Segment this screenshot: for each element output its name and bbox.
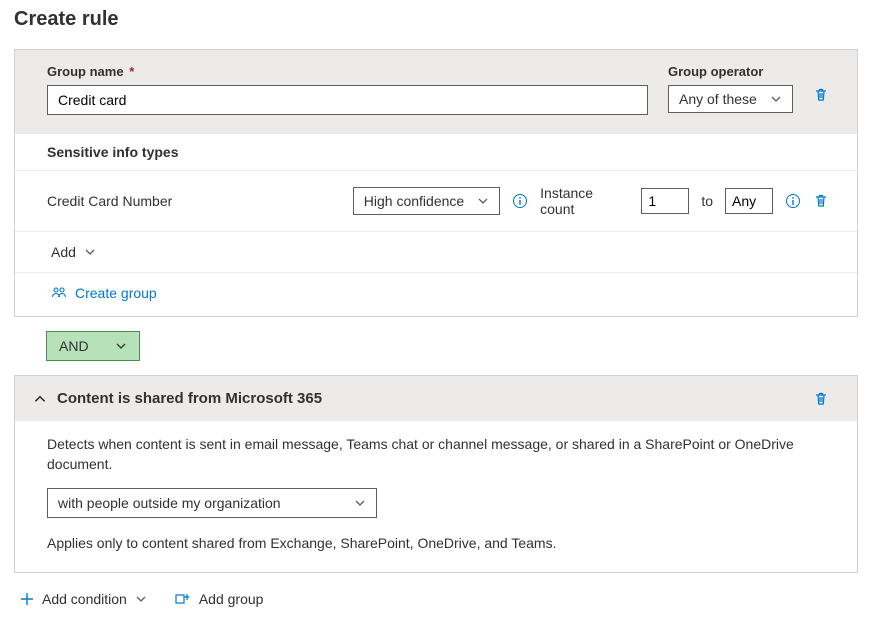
- to-label: to: [701, 193, 713, 209]
- chevron-down-icon: [770, 93, 782, 105]
- info-icon[interactable]: [512, 193, 528, 209]
- condition-header: Content is shared from Microsoft 365: [15, 376, 857, 421]
- required-asterisk: *: [129, 64, 134, 79]
- add-group-label: Add group: [199, 591, 264, 607]
- confidence-select[interactable]: High confidence: [353, 187, 500, 215]
- chevron-down-icon: [477, 195, 489, 207]
- chevron-down-icon: [115, 340, 127, 352]
- page-title: Create rule: [14, 8, 858, 31]
- condition-card: Content is shared from Microsoft 365 Det…: [14, 375, 858, 573]
- group-name-label-text: Group name: [47, 64, 124, 79]
- info-icon[interactable]: [785, 193, 801, 209]
- chevron-down-icon: [135, 593, 147, 605]
- instance-count-from[interactable]: [641, 188, 689, 214]
- logic-operator-label: AND: [59, 338, 89, 354]
- trash-icon[interactable]: [813, 391, 829, 407]
- trash-icon[interactable]: [813, 193, 829, 209]
- group-operator-value: Any of these: [679, 91, 757, 107]
- share-scope-select[interactable]: with people outside my organization: [47, 488, 377, 518]
- confidence-value: High confidence: [364, 193, 464, 209]
- share-scope-value: with people outside my organization: [58, 495, 281, 511]
- sit-name: Credit Card Number: [47, 193, 341, 209]
- instance-count-label: Instance count: [540, 185, 629, 217]
- condition-description: Detects when content is sent in email me…: [47, 435, 825, 474]
- footer-actions: Add condition Add group: [14, 587, 858, 611]
- group-operator-label: Group operator: [668, 64, 793, 79]
- create-group-button[interactable]: Create group: [51, 285, 157, 301]
- add-condition-button[interactable]: Add condition: [20, 591, 147, 607]
- condition-title: Content is shared from Microsoft 365: [57, 390, 803, 407]
- group-people-icon: [51, 285, 67, 301]
- group-card: Group name * Group operator Any of these…: [14, 49, 858, 317]
- add-sit-button[interactable]: Add: [51, 244, 96, 260]
- chevron-down-icon: [354, 497, 366, 509]
- group-add-icon: [175, 592, 191, 606]
- trash-icon[interactable]: [813, 87, 829, 103]
- plus-icon: [20, 592, 34, 606]
- instance-count-to[interactable]: [725, 188, 773, 214]
- sensitive-info-type-row: Credit Card Number High confidence Insta…: [15, 171, 857, 231]
- logic-operator-select[interactable]: AND: [46, 331, 140, 361]
- add-label: Add: [51, 244, 76, 260]
- applies-note: Applies only to content shared from Exch…: [47, 534, 825, 554]
- group-name-label: Group name *: [47, 64, 648, 79]
- add-group-button[interactable]: Add group: [175, 591, 264, 607]
- sensitive-info-types-header: Sensitive info types: [15, 133, 857, 171]
- group-header: Group name * Group operator Any of these: [15, 50, 857, 133]
- group-operator-select[interactable]: Any of these: [668, 85, 793, 113]
- create-group-label: Create group: [75, 285, 157, 301]
- chevron-up-icon[interactable]: [33, 392, 47, 406]
- add-condition-label: Add condition: [42, 591, 127, 607]
- chevron-down-icon: [84, 246, 96, 258]
- group-name-input[interactable]: [47, 85, 648, 115]
